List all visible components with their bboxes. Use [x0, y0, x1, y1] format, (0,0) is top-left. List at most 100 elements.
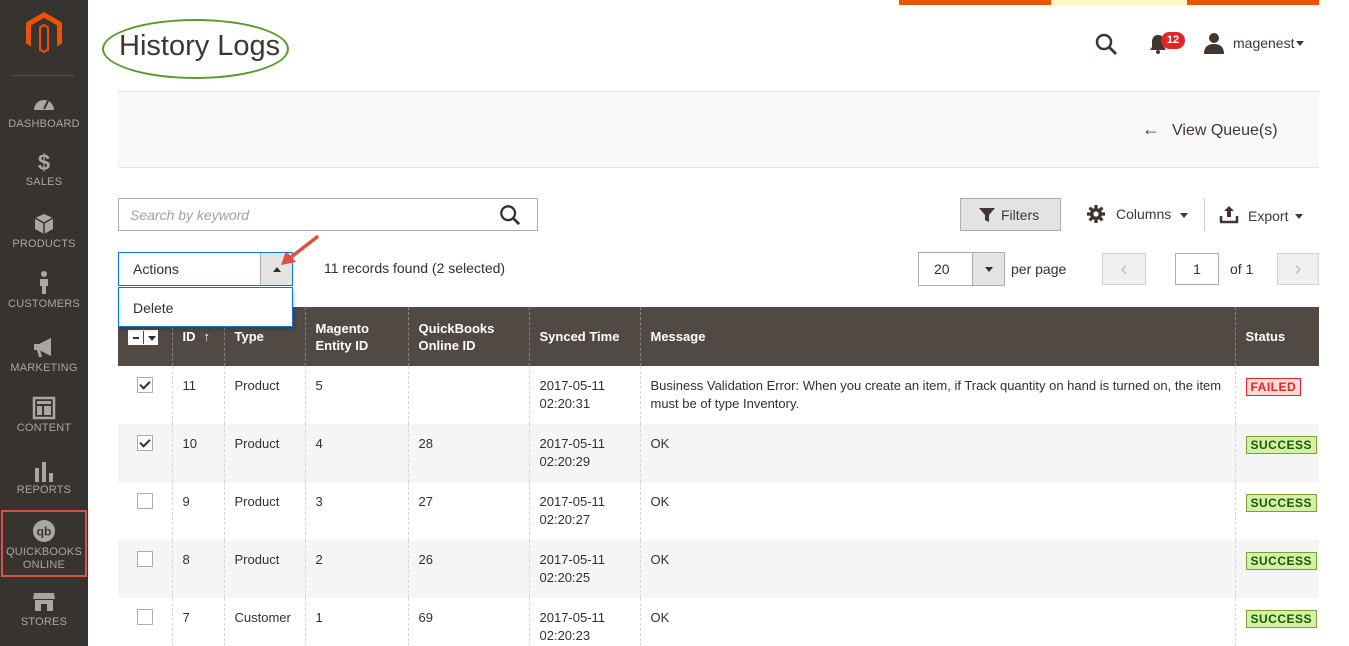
- table-row[interactable]: 11 Product 5 2017-05-11 02:20:31 Business Val…: [118, 366, 1319, 424]
- account-username[interactable]: magenest: [1233, 35, 1294, 51]
- svg-text:qb: qb: [37, 525, 52, 539]
- cell-synced-time: 2017-05-11 02:20:27: [528, 482, 640, 540]
- cell-type: Customer: [223, 598, 305, 646]
- per-page-select[interactable]: 20: [918, 252, 1005, 286]
- table-row[interactable]: 10 Product 4 28 2017-05-11 02:20:29 OK SUCCESS: [118, 424, 1319, 482]
- cell-quickbooks-online-id: 69: [407, 598, 529, 646]
- sidebar-item-sales[interactable]: $ SALES: [0, 150, 88, 212]
- row-checkbox[interactable]: [137, 551, 153, 567]
- table-row[interactable]: 7 Customer 1 69 2017-05-11 02:20:23 OK SUCCESS: [118, 598, 1319, 646]
- cell-magento-entity-id: 1: [304, 598, 408, 646]
- previous-page-button[interactable]: ‹: [1102, 253, 1146, 285]
- cell-synced-time: 2017-05-11 02:20:31: [528, 366, 640, 424]
- global-search-icon[interactable]: [1094, 32, 1118, 56]
- row-select-cell: [118, 598, 172, 646]
- account-dropdown-caret[interactable]: [1296, 41, 1304, 46]
- cell-type: Product: [223, 540, 305, 598]
- cell-type: Product: [223, 366, 305, 424]
- top-strip-orange-right: [1187, 0, 1319, 5]
- per-page-toggle[interactable]: [972, 253, 1004, 285]
- notification-count-badge[interactable]: 12: [1161, 32, 1185, 49]
- cell-magento-entity-id: 3: [304, 482, 408, 540]
- export-button[interactable]: Export: [1219, 204, 1309, 226]
- row-checkbox[interactable]: [137, 435, 153, 451]
- sidebar-item-content[interactable]: CONTENT: [0, 396, 88, 458]
- sidebar-item-marketing[interactable]: MARKETING: [0, 336, 88, 398]
- synced-date: 2017-05-11: [539, 610, 606, 625]
- per-page-value: 20: [934, 261, 950, 277]
- cell-type: Product: [223, 482, 305, 540]
- cell-message: OK: [639, 482, 1235, 540]
- sidebar-item-label: PRODUCTS: [12, 238, 76, 250]
- column-header-quickbooks-online-id[interactable]: QuickBooks Online ID: [407, 307, 529, 366]
- cell-status: SUCCESS: [1234, 482, 1319, 540]
- megaphone-icon: [34, 338, 51, 357]
- current-page-input[interactable]: 1: [1175, 253, 1219, 285]
- history-logs-table: ID ↑ Type Magento Entity ID QuickBooks On…: [118, 307, 1319, 646]
- mass-actions-label: Actions: [133, 261, 179, 277]
- synced-clock-time: 02:20:31: [539, 396, 591, 411]
- synced-clock-time: 02:20:25: [539, 570, 591, 585]
- admin-sidebar: DASHBOARD $ SALES PRODUCTS CUSTOMERS MAR…: [0, 0, 88, 646]
- action-delete[interactable]: Delete: [133, 300, 173, 316]
- table-body: 11 Product 5 2017-05-11 02:20:31 Business Val…: [118, 366, 1319, 646]
- synced-date: 2017-05-11: [539, 552, 606, 567]
- user-account-icon[interactable]: [1204, 32, 1224, 54]
- keyword-search: [118, 198, 538, 231]
- toolbar-divider: [1204, 198, 1205, 231]
- sidebar-item-label: CONTENT: [16, 422, 72, 434]
- synced-clock-time: 02:20:27: [539, 512, 591, 527]
- sidebar-item-dashboard[interactable]: DASHBOARD: [0, 92, 88, 154]
- column-header-message[interactable]: Message: [639, 307, 1235, 366]
- mass-actions-menu: Delete: [118, 287, 293, 327]
- sidebar-item-label: SALES: [25, 176, 63, 188]
- columns-label: Columns: [1116, 206, 1172, 222]
- cell-status: FAILED: [1234, 366, 1319, 424]
- search-icon[interactable]: [499, 204, 521, 226]
- cell-id: 8: [171, 540, 224, 598]
- mass-select-dropdown[interactable]: [128, 330, 158, 346]
- column-header-synced-time[interactable]: Synced Time: [528, 307, 640, 366]
- row-checkbox[interactable]: [137, 493, 153, 509]
- sidebar-item-quickbooks-online[interactable]: qb QUICKBOOKS ONLINE: [1, 510, 87, 577]
- filters-button[interactable]: Filters: [960, 198, 1061, 231]
- table-row[interactable]: 8 Product 2 26 2017-05-11 02:20:25 OK SUCCESS: [118, 540, 1319, 598]
- synced-date: 2017-05-11: [539, 436, 606, 451]
- chevron-down-icon: [148, 336, 156, 342]
- row-checkbox[interactable]: [137, 377, 153, 393]
- filters-label: Filters: [1001, 207, 1040, 223]
- synced-clock-time: 02:20:23: [539, 628, 591, 643]
- sort-ascending-icon: ↑: [203, 329, 211, 344]
- quickbooks-icon: qb: [33, 520, 55, 542]
- status-badge: SUCCESS: [1245, 436, 1318, 454]
- records-count: 11 records found (2 selected): [324, 260, 506, 276]
- next-page-button[interactable]: ›: [1277, 253, 1319, 285]
- status-badge: SUCCESS: [1245, 610, 1318, 628]
- total-pages-label: of 1: [1230, 261, 1254, 277]
- mass-actions-dropdown[interactable]: Actions: [118, 252, 293, 286]
- view-queue-button[interactable]: ← View Queue(s): [1142, 119, 1278, 140]
- column-header-status[interactable]: Status: [1234, 307, 1319, 366]
- search-input[interactable]: [119, 199, 479, 230]
- cell-quickbooks-online-id: [407, 366, 529, 424]
- sidebar-item-customers[interactable]: CUSTOMERS: [0, 270, 88, 332]
- chevron-left-icon: ‹: [1120, 258, 1128, 280]
- page-actions-bar: [118, 91, 1319, 168]
- sidebar-item-products[interactable]: PRODUCTS: [0, 212, 88, 274]
- status-badge: SUCCESS: [1245, 494, 1318, 512]
- columns-button[interactable]: Columns: [1086, 204, 1191, 226]
- svg-text:$: $: [38, 150, 50, 174]
- column-header-magento-entity-id[interactable]: Magento Entity ID: [304, 307, 408, 366]
- cell-quickbooks-online-id: 28: [407, 424, 529, 482]
- cell-id: 11: [171, 366, 224, 424]
- row-checkbox[interactable]: [137, 609, 153, 625]
- synced-date: 2017-05-11: [539, 494, 606, 509]
- sidebar-item-stores[interactable]: STORES: [0, 590, 88, 646]
- page-title: History Logs: [119, 30, 281, 62]
- cell-quickbooks-online-id: 26: [407, 540, 529, 598]
- row-select-cell: [118, 540, 172, 598]
- box-icon: [34, 214, 54, 234]
- table-row[interactable]: 9 Product 3 27 2017-05-11 02:20:27 OK SUCCESS: [118, 482, 1319, 540]
- cell-status: SUCCESS: [1234, 540, 1319, 598]
- cell-quickbooks-online-id: 27: [407, 482, 529, 540]
